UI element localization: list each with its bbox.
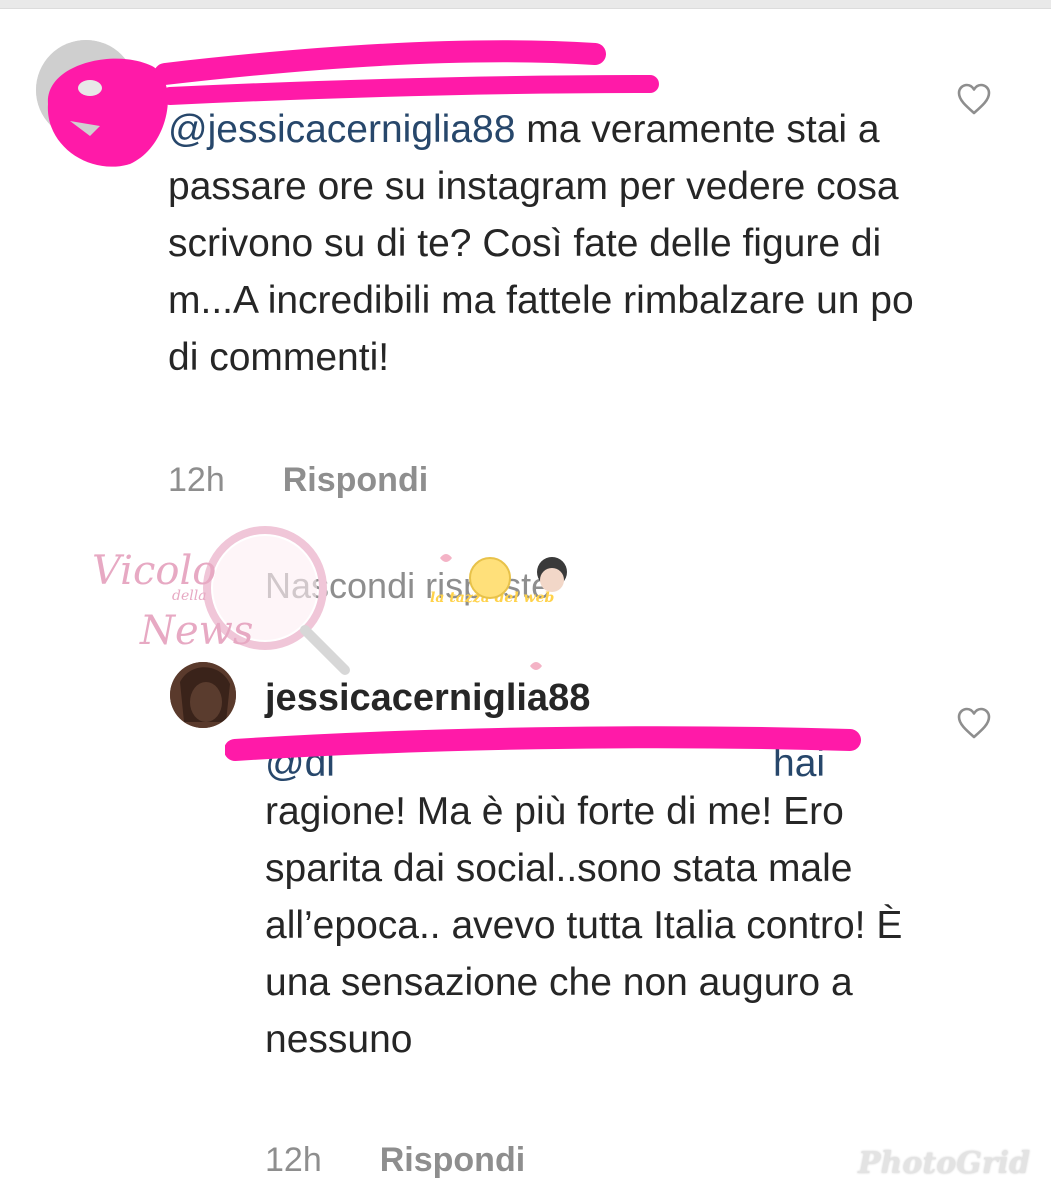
watermark-word-2: della — [172, 588, 207, 604]
reply-username[interactable]: jessicacerniglia88 — [265, 676, 590, 720]
photogrid-watermark: PhotoGrid — [858, 1146, 1031, 1181]
magnifier-logo-icon — [203, 526, 350, 675]
reply-timestamp: 12h — [265, 1141, 322, 1179]
redaction-scribble — [225, 726, 861, 761]
comment-timestamp: 12h — [168, 461, 225, 499]
reply-meta: 12h Rispondi — [265, 1140, 525, 1180]
reply-body: ragione! Ma è più forte di me! Ero spari… — [265, 790, 903, 1061]
heart-outline-icon[interactable] — [956, 82, 992, 116]
watermark-word-3: News — [140, 608, 254, 654]
mention-link[interactable]: @jessicacerniglia88 — [168, 108, 515, 151]
cartoon-mascot-icon — [440, 554, 567, 670]
avatar-image — [170, 662, 236, 728]
reply-button[interactable]: Rispondi — [380, 1141, 525, 1179]
heart-outline-icon[interactable] — [956, 706, 992, 740]
reply-button[interactable]: Rispondi — [283, 461, 428, 499]
comment-body: @jessicacerniglia88 ma veramente stai a … — [168, 101, 928, 386]
top-status-strip — [0, 0, 1051, 9]
comment-meta: 12h Rispondi — [168, 460, 428, 500]
watermark: Vicolo della News la tazza del web — [80, 518, 640, 688]
reply-avatar[interactable] — [170, 662, 236, 728]
